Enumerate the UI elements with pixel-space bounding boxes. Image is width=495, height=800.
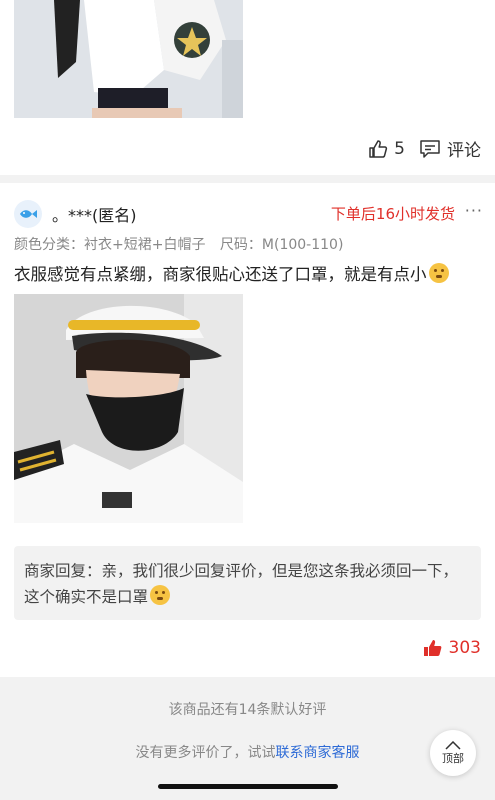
no-more-text: 没有更多评价了，试试 — [135, 745, 276, 761]
default-reviews-link[interactable]: 该商品还有14条默认好评 — [0, 699, 495, 719]
comment-label: 评论 — [447, 141, 481, 161]
review-actions: 303 — [423, 638, 481, 658]
emoji-icon — [428, 263, 449, 283]
previous-review-card: 5 评论 — [0, 0, 495, 175]
merchant-reply-content: 商家回复：亲，我们很少回复评价，但是您这条我必须回一下，这个确实不是口罩 — [24, 562, 459, 606]
like-button[interactable]: 303 — [423, 638, 481, 658]
home-indicator — [158, 784, 338, 789]
avatar-fish-icon — [20, 210, 37, 218]
thumbs-up-icon — [423, 640, 441, 656]
back-to-top-button[interactable]: 顶部 — [430, 730, 476, 776]
merchant-reply-text: 商家回复：亲，我们很少回复评价，但是您这条我必须回一下，这个确实不是口罩 — [24, 558, 470, 610]
arrow-up-icon — [445, 740, 461, 750]
more-icon[interactable]: ··· — [465, 201, 483, 220]
like-count: 303 — [448, 638, 481, 658]
review-photo[interactable] — [14, 294, 243, 523]
previous-review-actions: 5 评论 — [368, 136, 481, 161]
no-more-reviews: 没有更多评价了，试试联系商家客服 — [0, 742, 495, 762]
shipping-time: 下单后16小时发货 — [330, 205, 455, 223]
review-text: 衣服感觉有点紧绷，商家很贴心还送了口罩，就是有点小 — [14, 265, 427, 284]
photo-uniform-girl — [14, 0, 243, 118]
review-text-line: 衣服感觉有点紧绷，商家很贴心还送了口罩，就是有点小 — [14, 261, 449, 285]
merchant-reply: 商家回复：亲，我们很少回复评价，但是您这条我必须回一下，这个确实不是口罩 — [14, 546, 481, 620]
contact-merchant-link[interactable]: 联系商家客服 — [276, 745, 360, 761]
like-button[interactable]: 5 — [368, 139, 405, 159]
emoji-icon — [150, 585, 171, 605]
comment-icon — [420, 139, 440, 158]
review-card: 。***(匿名) 下单后16小时发货 ··· 颜色分类：衬衣+短裙+白帽子 尺码… — [0, 183, 495, 677]
like-count: 5 — [394, 138, 405, 159]
photo-boy-cap-mask — [14, 294, 243, 523]
review-photo[interactable] — [14, 0, 243, 118]
spec-line: 颜色分类：衬衣+短裙+白帽子 尺码：M(100-110) — [14, 234, 353, 254]
thumbs-up-icon — [369, 139, 388, 158]
spec-size: 尺码：M(100-110) — [219, 237, 344, 253]
back-to-top-label: 顶部 — [442, 751, 464, 765]
username: 。***(匿名) — [52, 206, 137, 225]
avatar[interactable] — [14, 200, 42, 228]
comment-button[interactable]: 评论 — [419, 136, 481, 161]
spec-color: 颜色分类：衬衣+短裙+白帽子 — [14, 237, 206, 253]
